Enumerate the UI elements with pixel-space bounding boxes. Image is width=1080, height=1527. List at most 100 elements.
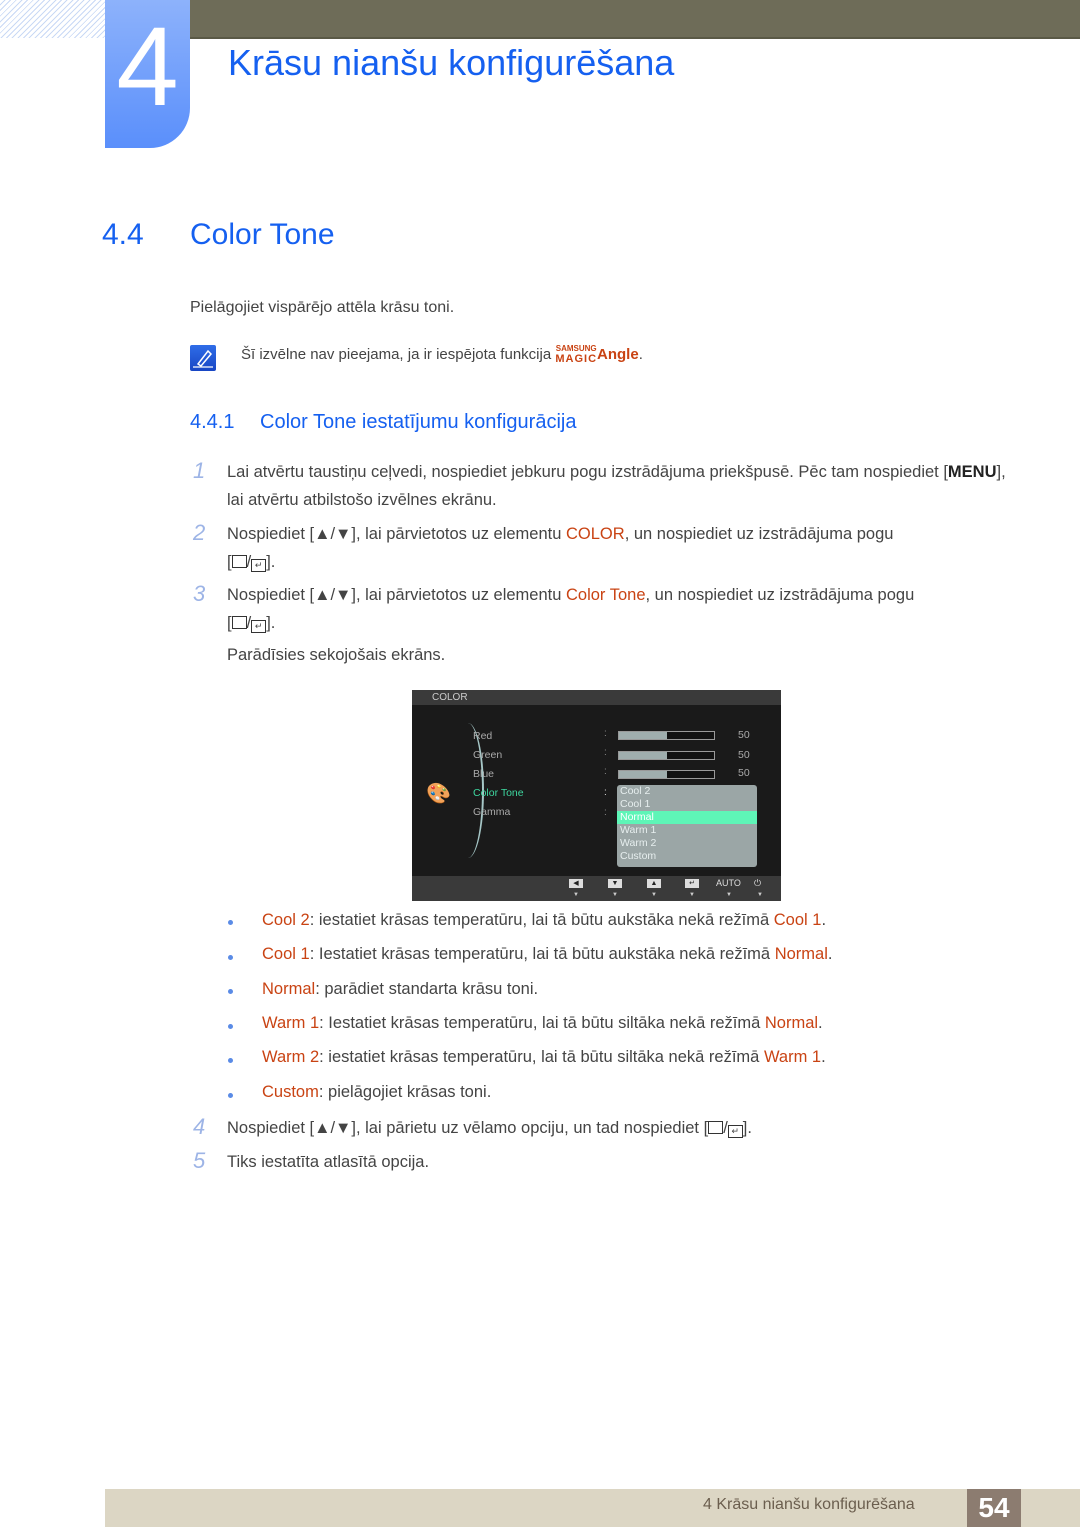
chapter-title: Krāsu nianšu konfigurēšana [228, 42, 675, 83]
chapter-tab: 4 [105, 0, 190, 148]
tick-icon: ▼ [757, 892, 763, 898]
osd-slider-red [618, 731, 715, 740]
palette-icon: 🎨 [426, 783, 451, 805]
source-icon [231, 616, 247, 629]
up-arrow-icon: ▲ [647, 879, 661, 888]
bullet-dot [228, 955, 233, 960]
enter-icon: ↵ [251, 620, 267, 633]
slider-fill [619, 732, 667, 739]
note-pencil-icon [190, 345, 216, 371]
tick-icon: ▼ [573, 892, 579, 898]
bullet-term: Cool 2 [262, 911, 310, 929]
tick-icon: ▼ [689, 892, 695, 898]
page-footer [105, 1489, 1080, 1527]
source-icon [708, 1121, 724, 1134]
bullet-dot [228, 989, 233, 994]
bullet-end: . [821, 1048, 826, 1066]
step-text: Nospiediet [▲/▼], lai pārvietotos uz ele… [227, 525, 894, 572]
slider-fill [619, 752, 667, 759]
step-number: 2 [193, 520, 206, 545]
step-text-a: Nospiediet [▲/▼], lai pārvietotos uz ele… [227, 525, 566, 543]
auto-label: AUTO [716, 878, 741, 888]
brand-small: SAMSUNG [555, 344, 597, 353]
bullet-term: Normal [262, 980, 316, 998]
osd-option: Cool 1 [620, 798, 651, 810]
step-text-b: , un nospiediet uz izstrādājuma pogu [624, 525, 894, 543]
bullet-end: . [821, 911, 827, 929]
bullet-item: Cool 1: Iestatiet krāsas temperatūru, la… [262, 945, 832, 964]
bullet-dot [228, 1024, 233, 1029]
intro-text: Pielāgojiet vispārējo attēla krāsu toni. [190, 299, 455, 316]
step-number: 5 [193, 1148, 206, 1173]
source-icon [231, 555, 247, 568]
tick-icon: ▼ [726, 892, 732, 898]
step-number: 4 [193, 1114, 206, 1139]
osd-item-color-tone: Color Tone [473, 787, 524, 799]
step-text: Lai atvērtu taustiņu ceļvedi, nospiediet… [227, 458, 1007, 514]
bullet-item: Cool 2: iestatiet krāsas temperatūru, la… [262, 911, 826, 930]
bullet-text: : parādiet standarta krāsu toni. [315, 980, 539, 998]
bullet-term: Warm 2 [262, 1048, 320, 1066]
osd-item-red: Red [473, 730, 493, 742]
highlight-term: COLOR [566, 525, 625, 543]
down-arrow-icon: ▼ [608, 879, 622, 888]
step-text-b: , un nospiediet uz izstrādājuma pogu [645, 586, 915, 604]
step-text: Nospiediet [▲/▼], lai pārietu uz vēlamo … [227, 1119, 752, 1138]
osd-color-tone-dropdown: Cool 2 Cool 1 Normal Warm 1 Warm 2 Custo… [617, 785, 757, 867]
menu-key: MENU [947, 463, 997, 481]
step-text-b: ]. [742, 1119, 752, 1137]
note-end: . [638, 346, 643, 363]
enter-icon: ↵ [251, 559, 267, 572]
bullet-text: : Iestatiet krāsas temperatūru, lai tā b… [309, 945, 775, 963]
header-bar [190, 0, 1080, 39]
step-text: Tiks iestatīta atlasītā opcija. [227, 1153, 430, 1171]
osd-colon: : [604, 728, 607, 739]
osd-option: Warm 2 [620, 837, 657, 849]
bullet-ref: Normal [774, 945, 828, 963]
left-arrow-icon: ◀ [569, 879, 583, 888]
osd-screenshot: COLOR 🎨 Red Green Blue Color Tone Gamma … [412, 690, 781, 901]
bullet-text: : iestatiet krāsas temperatūru, lai tā b… [309, 911, 774, 929]
bullet-text: : iestatiet krāsas temperatūru, lai tā b… [319, 1048, 764, 1066]
bullet-item: Warm 1: Iestatiet krāsas temperatūru, la… [262, 1014, 823, 1033]
slider-fill [619, 771, 667, 778]
enter-icon: ↵ [727, 1125, 743, 1138]
brand-big: MAGIC [555, 353, 598, 365]
tick-icon: ▼ [651, 892, 657, 898]
header-hatch [0, 0, 105, 38]
tick-icon: ▼ [612, 892, 618, 898]
osd-colon: : [604, 747, 607, 758]
osd-value-red: 50 [738, 729, 750, 741]
osd-option: Warm 1 [620, 824, 657, 836]
bullet-dot [228, 1093, 233, 1098]
osd-title: COLOR [412, 690, 781, 705]
bullet-term: Warm 1 [262, 1014, 320, 1032]
brand-suffix: Angle [597, 346, 639, 363]
osd-option: Cool 2 [620, 785, 651, 797]
power-icon: ⏻ [754, 878, 762, 888]
bullet-ref: Cool 1 [773, 911, 822, 929]
note-body: Šī izvēlne nav pieejama, ja ir iespējota… [241, 346, 556, 363]
footer-chapter: 4 Krāsu nianšu konfigurēšana [703, 1496, 915, 1513]
osd-item-blue: Blue [473, 768, 495, 780]
bullet-item: Warm 2: iestatiet krāsas temperatūru, la… [262, 1048, 826, 1067]
bullet-dot [228, 1058, 233, 1063]
bullet-ref: Warm 1 [763, 1048, 822, 1066]
osd-value-green: 50 [738, 749, 750, 761]
osd-value-blue: 50 [738, 767, 750, 779]
page-number: 54 [967, 1489, 1021, 1527]
osd-option: Custom [620, 850, 657, 862]
step-number: 1 [193, 458, 206, 483]
osd-colon: : [604, 787, 607, 798]
osd-slider-green [618, 751, 715, 760]
step-text-a: Nospiediet [▲/▼], lai pārvietotos uz ele… [227, 586, 566, 604]
bullet-end: . [818, 1014, 823, 1032]
bullet-text: : Iestatiet krāsas temperatūru, lai tā b… [319, 1014, 765, 1032]
subsection-number: 4.4.1 [190, 411, 235, 433]
osd-option-selected: Normal [617, 811, 757, 824]
subsection-title: Color Tone iestatījumu konfigurācija [260, 411, 577, 433]
step-after-text: Parādīsies sekojošais ekrāns. [227, 646, 446, 664]
osd-colon: : [604, 766, 607, 777]
note-text: Šī izvēlne nav pieejama, ja ir iespējota… [241, 344, 643, 366]
bullet-item: Custom: pielāgojiet krāsas toni. [262, 1083, 491, 1102]
